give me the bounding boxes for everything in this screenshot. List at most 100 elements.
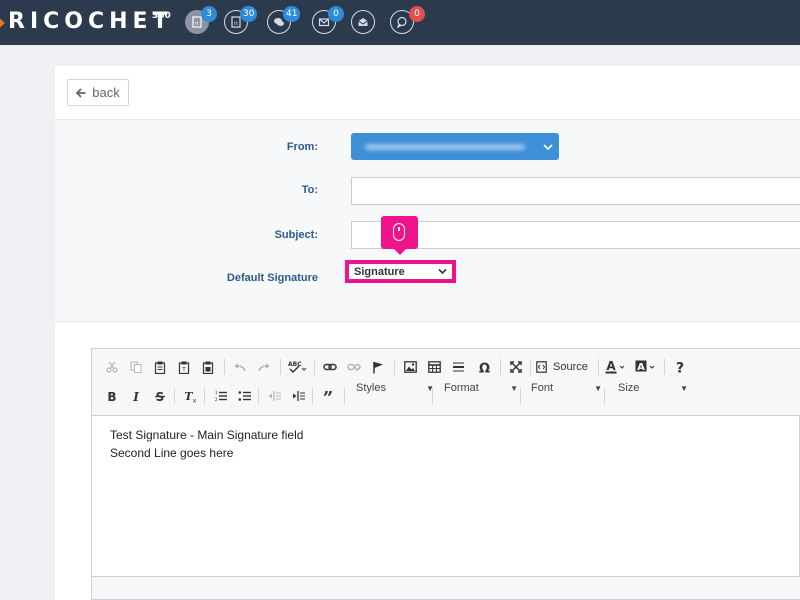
styles-dropdown[interactable]: Styles ▼	[352, 377, 434, 399]
editor-content[interactable]: Test Signature - Main Signature field Se…	[110, 426, 303, 462]
svg-text:rt: rt	[195, 21, 199, 27]
signature-select[interactable]: Signature	[350, 265, 451, 278]
special-character-icon[interactable]: Ω	[476, 357, 492, 377]
svg-text:Ω: Ω	[478, 361, 489, 374]
increase-indent-icon[interactable]	[290, 386, 306, 406]
back-bar: back	[55, 66, 800, 120]
toolbar-separator	[432, 388, 433, 404]
templates-badge: 30	[240, 6, 258, 22]
redo-icon[interactable]	[256, 357, 272, 377]
toolbar-separator	[500, 359, 501, 375]
link-icon[interactable]	[322, 357, 338, 377]
svg-text:”: ”	[323, 390, 333, 402]
paste-icon[interactable]	[152, 357, 168, 377]
format-dropdown[interactable]: Format ▼	[442, 377, 518, 399]
toolbar-separator	[530, 359, 531, 375]
svg-text:2: 2	[215, 397, 218, 402]
paste-text-icon[interactable]: T	[176, 357, 192, 377]
default-signature-label: Default Signature	[226, 272, 318, 284]
toolbar-separator	[312, 388, 313, 404]
mouse-click-hint-icon	[381, 216, 418, 255]
svg-text:I: I	[132, 390, 139, 402]
toolbar-separator	[204, 388, 205, 404]
toolbar-separator	[664, 359, 665, 375]
caret-down-icon: ▼	[510, 383, 518, 393]
arrow-left-icon	[76, 87, 86, 98]
subject-input[interactable]	[351, 221, 800, 249]
toolbar-separator	[314, 359, 315, 375]
signature-select-value: Signature	[354, 265, 405, 278]
maximize-icon[interactable]	[508, 357, 524, 377]
font-label: Font	[531, 382, 554, 394]
campaigns-badge: 3	[201, 6, 217, 22]
signature-line-2: Second Line goes here	[110, 446, 234, 460]
bulleted-list-icon[interactable]	[236, 386, 252, 406]
mail-badge: 0	[328, 6, 344, 22]
from-select[interactable]	[351, 133, 559, 160]
copy-icon[interactable]	[128, 357, 144, 377]
chevron-down-icon	[438, 268, 447, 275]
from-value-redacted	[365, 144, 525, 150]
svg-text:A: A	[637, 362, 645, 373]
toolbar-separator	[604, 388, 605, 404]
source-icon	[536, 361, 547, 373]
source-button[interactable]: Source	[536, 357, 596, 377]
brand-logo-superscript: 360	[152, 11, 171, 21]
caret-down-icon: ▼	[680, 383, 688, 393]
numbered-list-icon[interactable]: 12	[212, 386, 228, 406]
svg-text:T: T	[181, 366, 186, 373]
back-label: back	[92, 85, 120, 100]
chat-badge: 41	[283, 6, 301, 22]
subject-label: Subject:	[274, 229, 318, 241]
svg-text:A: A	[606, 360, 616, 373]
svg-text:B: B	[107, 390, 116, 402]
svg-text:?: ?	[676, 361, 684, 375]
spellcheck-icon[interactable]: ABC	[286, 357, 308, 377]
toolbar-separator	[344, 388, 345, 404]
horizontal-line-icon[interactable]	[450, 357, 466, 377]
svg-text:x: x	[192, 397, 196, 403]
svg-text:ABC: ABC	[288, 361, 302, 368]
undo-icon[interactable]	[232, 357, 248, 377]
cut-icon[interactable]	[104, 357, 120, 377]
font-dropdown[interactable]: Font ▼	[530, 377, 602, 399]
logo-mark-icon	[0, 15, 5, 31]
table-icon[interactable]	[426, 357, 442, 377]
blockquote-icon[interactable]: ”	[320, 386, 336, 406]
background-color-icon[interactable]: A	[634, 357, 658, 377]
back-button[interactable]: back	[67, 79, 129, 106]
anchor-flag-icon[interactable]	[370, 357, 386, 377]
svg-text:1: 1	[215, 390, 218, 395]
chevron-down-icon	[543, 140, 553, 154]
editor-footer	[92, 576, 800, 599]
toolbar-separator	[520, 388, 521, 404]
comment-badge: 0	[409, 6, 425, 22]
size-dropdown[interactable]: Size ▼	[616, 377, 688, 399]
styles-label: Styles	[356, 382, 386, 394]
bold-icon[interactable]: B	[104, 386, 120, 406]
text-color-icon[interactable]: A	[604, 357, 628, 377]
help-icon[interactable]: ?	[672, 357, 688, 377]
editor-toolbar: T ABC Ω Source A A ? B I T x 1 2 ” Style…	[92, 349, 800, 416]
top-navbar: RICOCHET 360 rt 3 rt 30 41 0 0	[0, 0, 800, 45]
source-label: Source	[553, 361, 588, 373]
unlink-icon[interactable]	[346, 357, 362, 377]
toolbar-separator	[224, 359, 225, 375]
toolbar-separator	[258, 388, 259, 404]
svg-text:rt: rt	[234, 21, 238, 27]
from-label: From:	[286, 141, 318, 153]
toolbar-separator	[598, 359, 599, 375]
size-label: Size	[618, 382, 640, 394]
inbox-icon[interactable]	[351, 10, 375, 34]
paste-word-icon[interactable]	[200, 357, 216, 377]
rich-text-editor: T ABC Ω Source A A ? B I T x 1 2 ” Style…	[91, 348, 800, 600]
decrease-indent-icon[interactable]	[266, 386, 282, 406]
format-label: Format	[444, 382, 479, 394]
to-input[interactable]	[351, 177, 800, 205]
image-icon[interactable]	[402, 357, 418, 377]
compose-card: back From: To: Subject: Default Signatur…	[55, 66, 800, 600]
strikethrough-icon[interactable]: S	[152, 386, 168, 406]
brand-logo[interactable]: RICOCHET	[8, 9, 173, 34]
remove-format-icon[interactable]: Tx	[182, 386, 198, 406]
italic-icon[interactable]: I	[128, 386, 144, 406]
